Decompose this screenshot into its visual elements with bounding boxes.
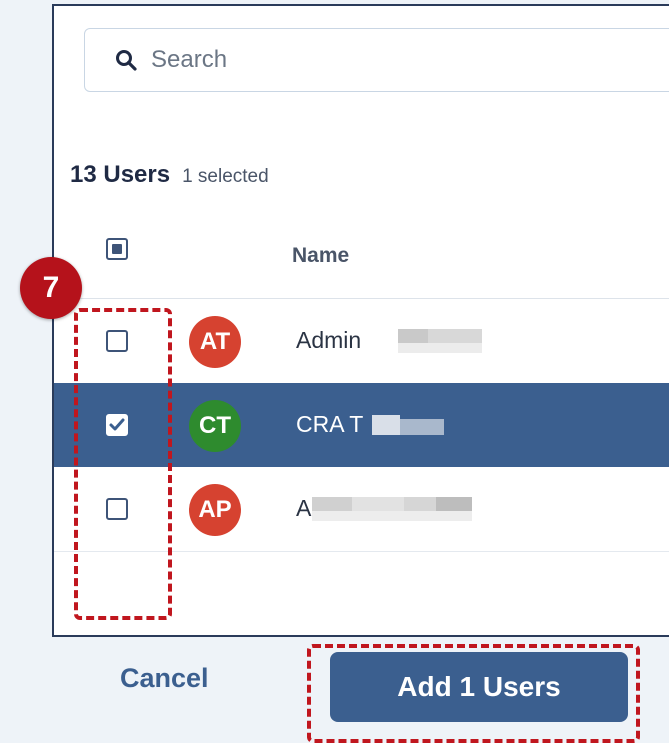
- redacted-name-blur: [312, 497, 472, 521]
- name-column-header[interactable]: Name: [292, 244, 349, 268]
- redacted-name-blur: [372, 415, 444, 435]
- avatar: CT: [189, 400, 241, 452]
- table-row[interactable]: AT Admin: [54, 299, 669, 384]
- table-row[interactable]: AP A: [54, 467, 669, 552]
- select-all-checkbox[interactable]: [106, 238, 128, 260]
- step-badge: 7: [20, 257, 82, 319]
- search-input[interactable]: [149, 45, 573, 75]
- row-checkbox[interactable]: [106, 330, 128, 352]
- checkmark-icon: [109, 418, 125, 431]
- avatar: AT: [189, 316, 241, 368]
- selected-count-label: 1 selected: [182, 166, 269, 187]
- add-users-button[interactable]: Add 1 Users: [330, 652, 628, 722]
- table-row-selected[interactable]: CT CRA T: [54, 383, 669, 467]
- add-users-dialog: 13 Users 1 selected Name AT Admin CT CRA…: [52, 4, 669, 637]
- search-box[interactable]: [84, 28, 669, 92]
- user-count-label: 13 Users: [70, 161, 171, 188]
- search-icon: [116, 50, 137, 71]
- user-name: A: [296, 495, 312, 521]
- avatar: AP: [189, 484, 241, 536]
- row-checkbox[interactable]: [106, 498, 128, 520]
- user-name: CRA T: [296, 411, 364, 437]
- table-header: Name: [54, 226, 669, 299]
- user-name: Admin: [296, 327, 362, 353]
- redacted-name-blur: [398, 329, 482, 353]
- row-checkbox-checked[interactable]: [106, 414, 128, 436]
- user-count: 13 Users 1 selected: [70, 161, 269, 189]
- cancel-button[interactable]: Cancel: [120, 663, 209, 694]
- dialog-footer: Cancel Add 1 Users: [52, 637, 669, 743]
